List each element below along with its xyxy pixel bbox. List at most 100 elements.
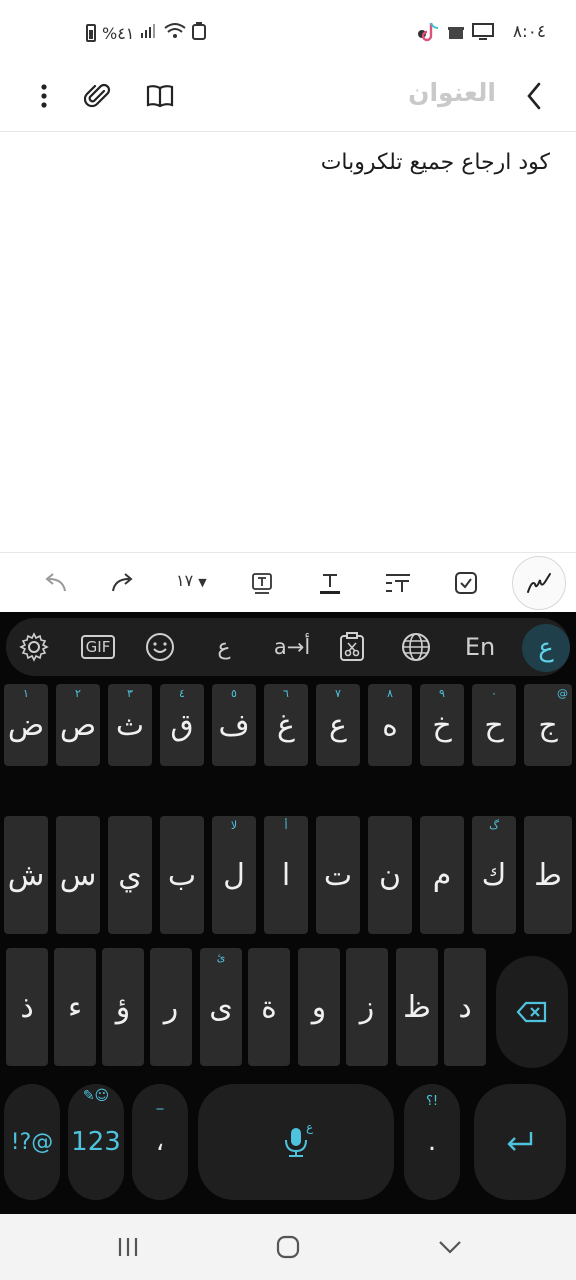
key-dad[interactable]: ١ض xyxy=(4,684,48,766)
ar-glyph-button[interactable]: ع xyxy=(200,618,248,676)
settings-gear-icon[interactable] xyxy=(10,618,58,676)
key-ghain[interactable]: ٦غ xyxy=(264,684,308,766)
key-lam[interactable]: لا ل xyxy=(212,816,256,934)
key-label: ض xyxy=(7,707,45,743)
symbols-label: !?@ xyxy=(10,1129,54,1155)
clipboard-cut-icon[interactable] xyxy=(328,618,376,676)
backspace-key[interactable] xyxy=(496,956,568,1068)
ar-glyph: ع xyxy=(217,634,231,660)
key-hint: أ xyxy=(284,819,288,832)
back-chevron-down-icon[interactable] xyxy=(430,1232,470,1262)
key-sad[interactable]: ٢ص xyxy=(56,684,100,766)
key-ta-marbuta[interactable]: ة xyxy=(248,948,290,1066)
key-shin[interactable]: ش xyxy=(4,816,48,934)
key-jim[interactable]: @ ج xyxy=(524,684,572,766)
key-waw[interactable]: و xyxy=(298,948,340,1066)
keyboard-toolbar: GIF ع a→أ En ع xyxy=(6,618,570,676)
key-ra[interactable]: ر xyxy=(150,948,192,1066)
key-dhal[interactable]: ذ xyxy=(6,948,48,1066)
comma-key[interactable]: _ ، xyxy=(132,1084,188,1200)
back-chevron-icon[interactable] xyxy=(512,74,556,118)
key-label: ك xyxy=(481,857,507,893)
key-dal[interactable]: د xyxy=(444,948,486,1066)
key-label: ء xyxy=(67,989,83,1025)
status-right-icons xyxy=(421,22,494,46)
text-color-icon[interactable] xyxy=(310,563,350,603)
key-tha[interactable]: ٣ث xyxy=(108,684,152,766)
home-icon[interactable] xyxy=(268,1232,308,1262)
note-body-text[interactable]: كود ارجاع جميع تلكروبات xyxy=(321,150,550,175)
key-kaf[interactable]: گك xyxy=(472,816,516,934)
undo-icon[interactable] xyxy=(34,563,74,603)
key-label: ق xyxy=(170,707,194,743)
font-size-selector[interactable]: ١٧ ▼ xyxy=(176,571,207,590)
key-hint: @ xyxy=(557,687,568,700)
gif-button[interactable]: GIF xyxy=(74,618,122,676)
numbers-key[interactable]: ✎☺ 123 xyxy=(68,1084,124,1200)
recent-apps-icon[interactable] xyxy=(108,1232,148,1262)
reading-mode-icon[interactable] xyxy=(138,74,182,118)
key-label: ع xyxy=(329,707,347,743)
handwriting-pen-icon[interactable] xyxy=(512,556,566,610)
key-hint: ٨ xyxy=(387,687,393,700)
key-waw-hamza[interactable]: ؤ xyxy=(102,948,144,1066)
key-fa[interactable]: ٥ف xyxy=(212,684,256,766)
key-dha[interactable]: ظ xyxy=(396,948,438,1066)
key-hint: گ xyxy=(489,819,499,832)
symbols-key[interactable]: !?@ xyxy=(4,1084,60,1200)
key-label: ث xyxy=(115,707,145,743)
key-ha[interactable]: ٨ه xyxy=(368,684,412,766)
comma-label: ، xyxy=(155,1127,165,1157)
key-hint: ٩ xyxy=(439,687,445,700)
key-mim[interactable]: م xyxy=(420,816,464,934)
language-en-button[interactable]: En xyxy=(456,618,504,676)
key-alif-maqsura[interactable]: ئى xyxy=(200,948,242,1066)
key-label: خ xyxy=(432,707,452,743)
globe-icon[interactable] xyxy=(392,618,440,676)
key-ta[interactable]: ت xyxy=(316,816,360,934)
transliteration-label: a→أ xyxy=(273,635,311,659)
monitor-icon xyxy=(472,23,494,45)
enter-key[interactable] xyxy=(474,1084,566,1200)
key-qaf[interactable]: ٤ق xyxy=(160,684,204,766)
enter-arrow-icon xyxy=(507,1132,533,1151)
attachment-icon[interactable] xyxy=(76,74,120,118)
language-ar-button[interactable]: ع xyxy=(522,624,570,672)
transliteration-button[interactable]: a→أ xyxy=(260,618,324,676)
backspace-icon xyxy=(516,1001,547,1023)
key-label: ة xyxy=(261,989,277,1025)
redo-icon[interactable] xyxy=(104,563,144,603)
key-ain[interactable]: ٧ع xyxy=(316,684,360,766)
checkbox-icon[interactable] xyxy=(446,563,486,603)
key-label: ص xyxy=(59,707,97,743)
period-key[interactable]: ؟! . xyxy=(404,1084,460,1200)
language-ar-label: ع xyxy=(538,633,554,663)
key-label: ف xyxy=(218,707,250,743)
key-label: ل xyxy=(223,857,245,893)
period-hint: ؟! xyxy=(425,1094,439,1109)
key-nun[interactable]: ن xyxy=(368,816,412,934)
battery-percent: %٤١ xyxy=(102,23,135,43)
key-sin[interactable]: س xyxy=(56,816,100,934)
paragraph-style-icon[interactable] xyxy=(378,563,418,603)
key-hamza[interactable]: ء xyxy=(54,948,96,1066)
key-alif[interactable]: أا xyxy=(264,816,308,934)
key-tta[interactable]: ط xyxy=(524,816,572,934)
key-hha[interactable]: ٠ح xyxy=(472,684,516,766)
space-mic-key[interactable]: ع xyxy=(198,1084,394,1200)
more-options-icon[interactable] xyxy=(22,74,66,118)
key-zay[interactable]: ز xyxy=(346,948,388,1066)
key-ba[interactable]: ب xyxy=(160,816,204,934)
key-label: ذ xyxy=(20,989,34,1025)
emoji-icon[interactable] xyxy=(136,618,184,676)
title-input[interactable]: العنوان xyxy=(408,78,496,107)
key-label: ش xyxy=(7,857,45,893)
key-label: و xyxy=(311,989,327,1025)
key-ya[interactable]: ي xyxy=(108,816,152,934)
format-toolbar: ١٧ ▼ xyxy=(0,552,576,612)
key-hint: ٥ xyxy=(231,687,237,700)
key-label: ن xyxy=(378,857,402,893)
key-label: ح xyxy=(484,707,504,743)
key-kha[interactable]: ٩خ xyxy=(420,684,464,766)
text-style-icon[interactable] xyxy=(242,563,282,603)
